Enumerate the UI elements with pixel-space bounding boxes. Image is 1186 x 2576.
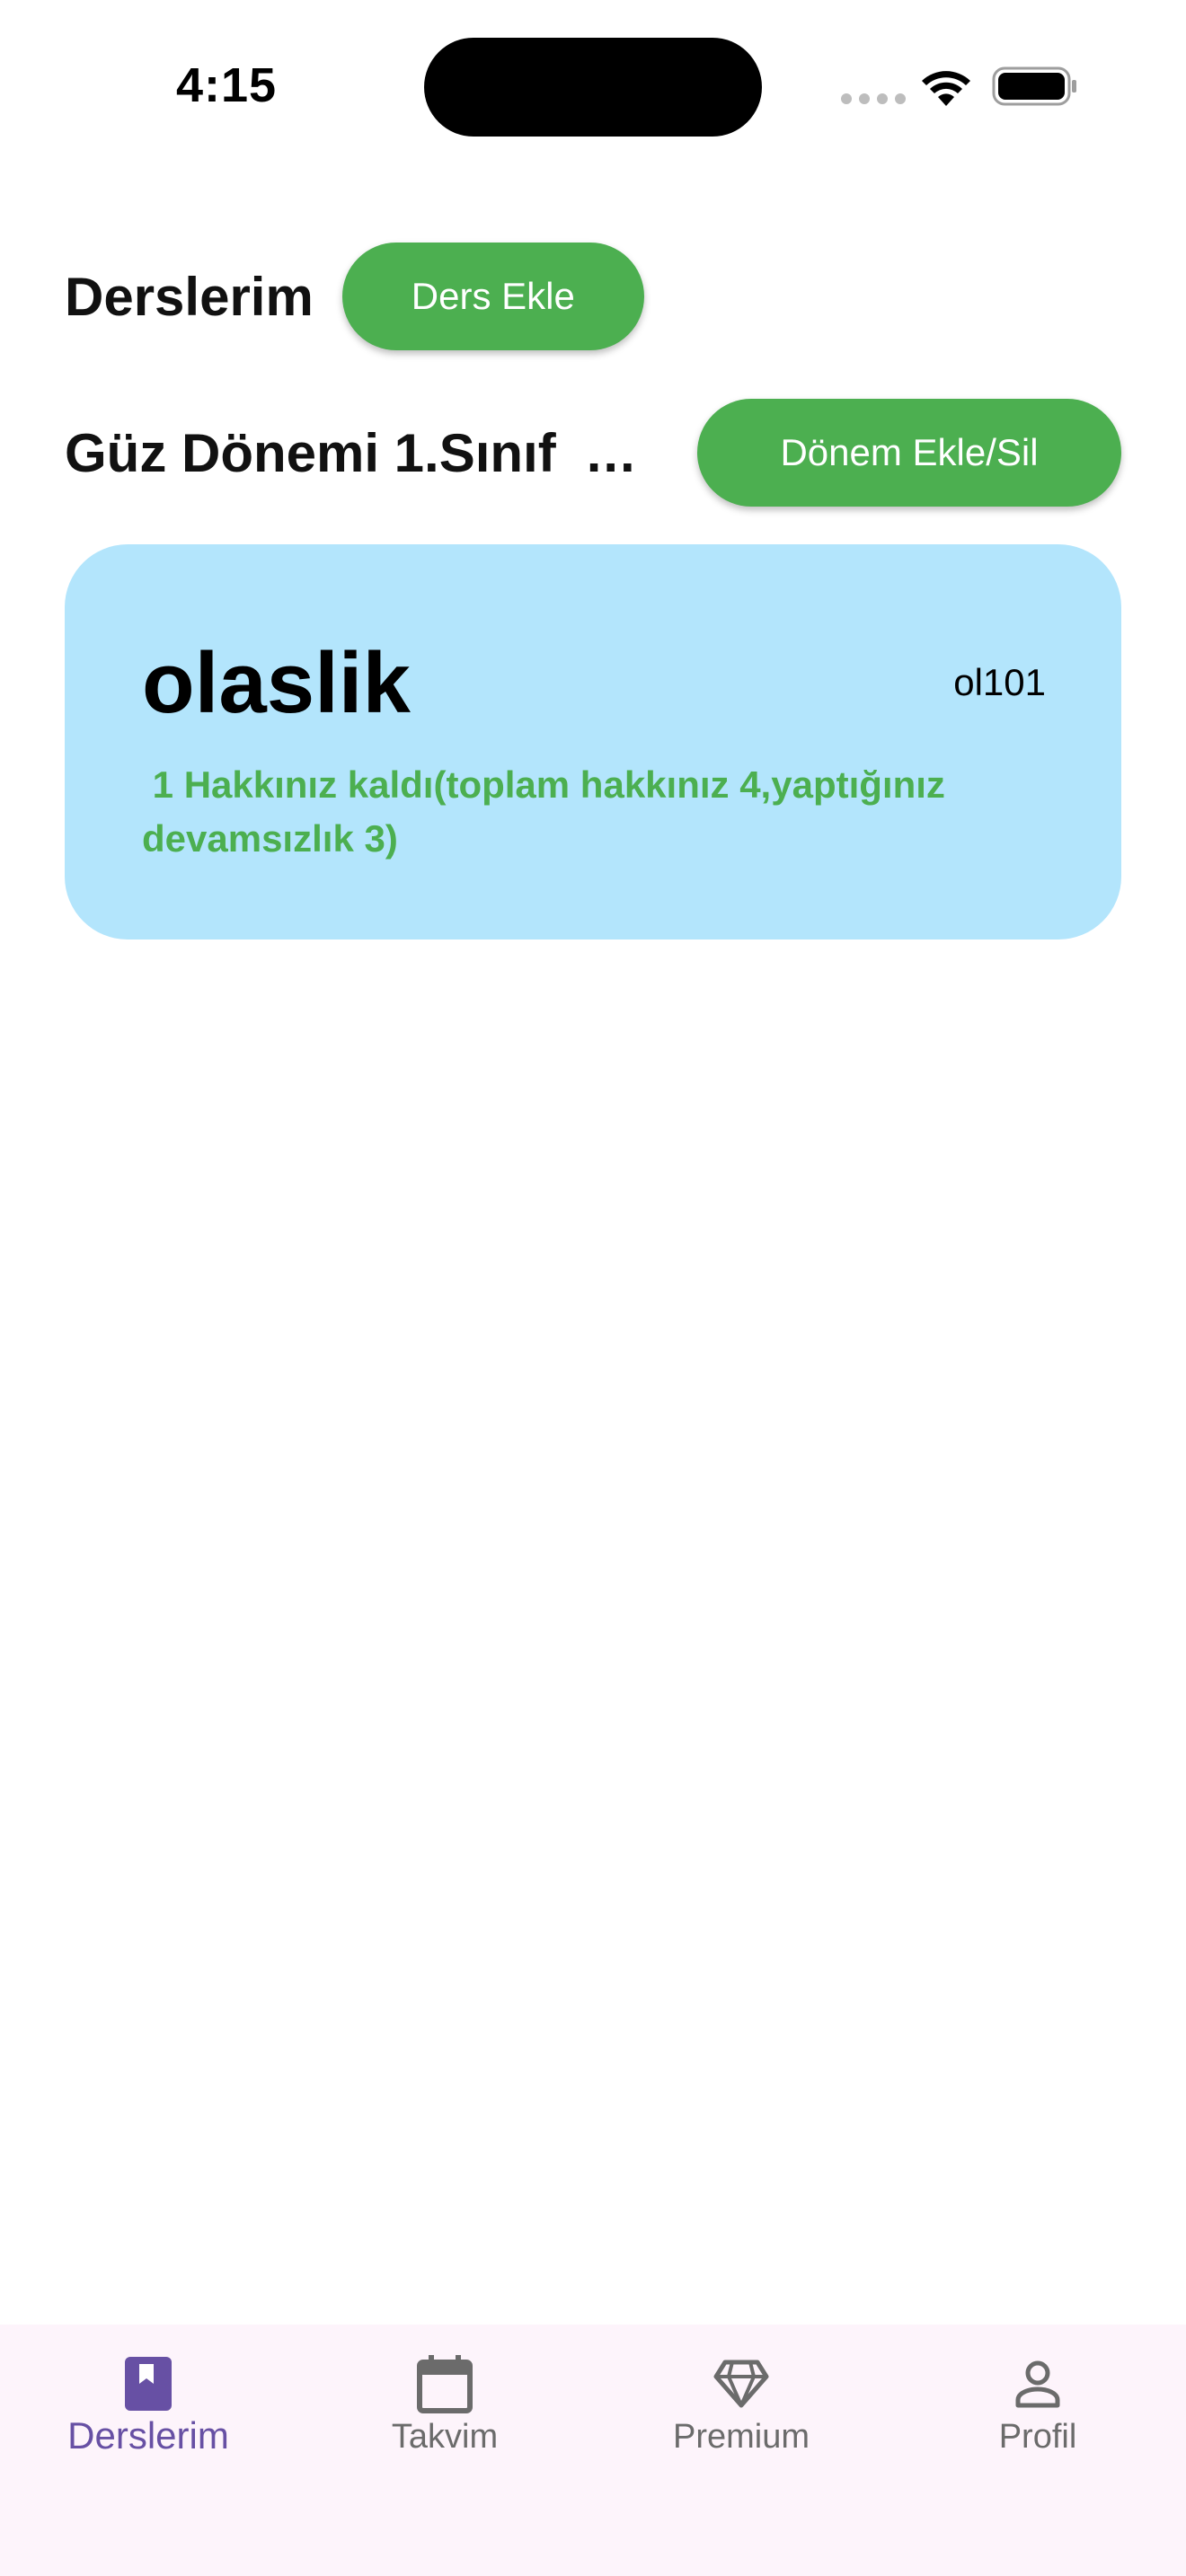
diamond-icon <box>704 2346 779 2422</box>
bookmark-book-icon <box>111 2346 186 2422</box>
person-icon <box>1000 2346 1075 2422</box>
term-row: Güz Dönemi 1.Sınıf ... Dönem Ekle/Sil <box>65 399 1121 507</box>
nav-label-premium: Premium <box>672 2418 810 2456</box>
header-row: Derslerim Ders Ekle <box>65 243 644 350</box>
term-ellipsis: ... <box>586 422 637 483</box>
nav-label-derslerim: Derslerim <box>67 2414 229 2457</box>
battery-icon <box>992 66 1076 106</box>
calendar-icon <box>407 2346 482 2422</box>
absence-status: 1 Hakkınız kaldı(toplam hakkınız 4,yaptı… <box>142 763 956 860</box>
course-name: olaslik <box>142 635 411 731</box>
page-title: Derslerim <box>65 266 314 327</box>
course-card[interactable]: olaslik ol101 1 Hakkınız kaldı(toplam ha… <box>65 544 1121 940</box>
nav-item-takvim[interactable]: Takvim <box>296 2325 593 2576</box>
nav-item-premium[interactable]: Premium <box>593 2325 890 2576</box>
nav-item-profil[interactable]: Profil <box>890 2325 1186 2576</box>
nav-label-takvim: Takvim <box>391 2418 499 2456</box>
course-code: ol101 <box>953 661 1046 703</box>
bottom-navigation: Derslerim Takvim Premium Profil <box>0 2325 1186 2576</box>
status-bar: 4:15 <box>0 0 1186 153</box>
term-selected-label: Güz Dönemi 1.Sınıf <box>65 422 556 483</box>
nav-label-profil: Profil <box>998 2418 1077 2456</box>
nav-item-derslerim[interactable]: Derslerim <box>0 2325 296 2576</box>
term-dropdown[interactable]: Güz Dönemi 1.Sınıf ... <box>65 422 637 484</box>
app-screen: 4:15 Derslerim Ders Ekle Güz Dönemi 1.Sı… <box>0 0 1186 2576</box>
wifi-icon <box>922 71 970 106</box>
status-time: 4:15 <box>176 58 278 112</box>
add-remove-term-button[interactable]: Dönem Ekle/Sil <box>697 399 1121 507</box>
cellular-signal-icon <box>841 93 906 104</box>
dynamic-island <box>424 38 762 137</box>
add-course-button[interactable]: Ders Ekle <box>341 243 644 350</box>
